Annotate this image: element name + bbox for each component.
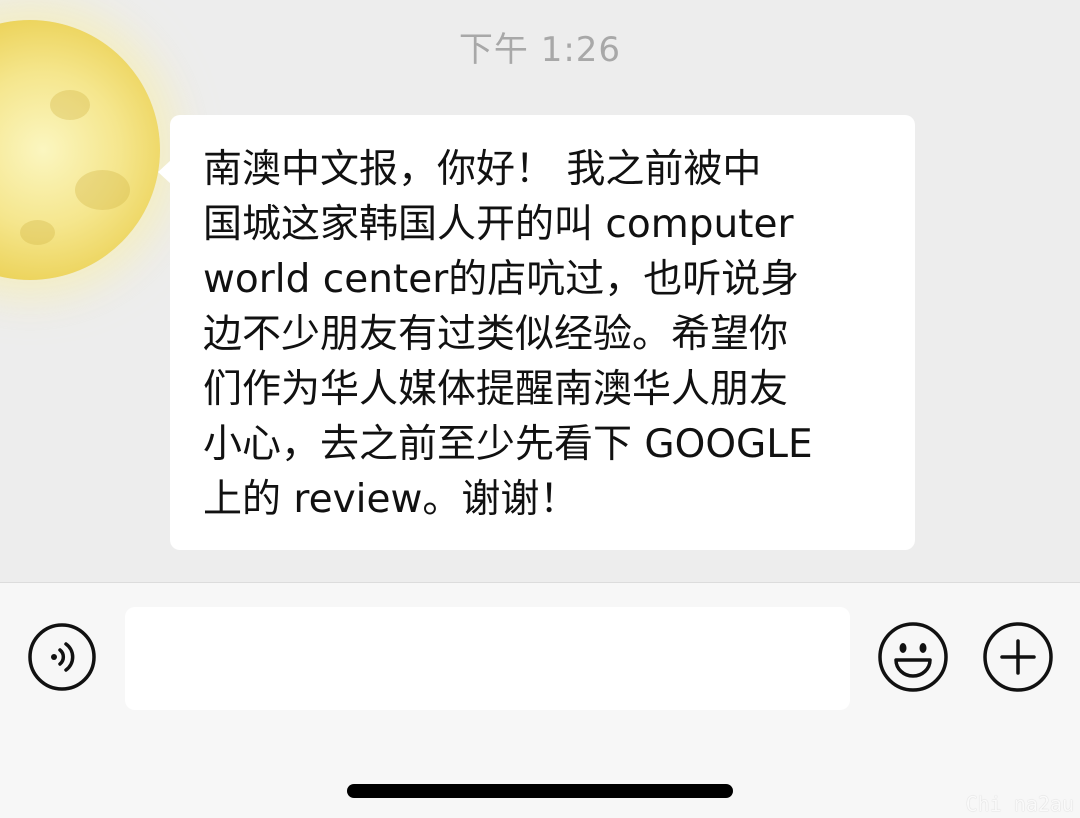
message-timestamp: 下午 1:26 [458, 30, 622, 70]
plus-icon [983, 622, 1053, 692]
emoji-button[interactable] [877, 621, 949, 693]
message-input-bar: Chi na2au [0, 582, 1080, 818]
voice-input-button[interactable] [27, 622, 97, 692]
message-text: 南澳中文报，你好！ 我之前被中 国城这家韩国人开的叫 computer worl… [203, 147, 813, 522]
watermark: Chi na2au [965, 792, 1074, 816]
chat-area: 下午 1:26 南澳中文报，你好！ 我之前被中 国城这家韩国人开的叫 compu… [0, 0, 1080, 582]
message-input[interactable] [125, 607, 850, 710]
emoji-icon [878, 622, 948, 692]
voice-icon [28, 623, 96, 691]
received-message-bubble[interactable]: 南澳中文报，你好！ 我之前被中 国城这家韩国人开的叫 computer worl… [158, 115, 915, 550]
bubble-tail [158, 160, 171, 184]
more-options-button[interactable] [982, 621, 1054, 693]
home-indicator[interactable] [347, 784, 733, 798]
